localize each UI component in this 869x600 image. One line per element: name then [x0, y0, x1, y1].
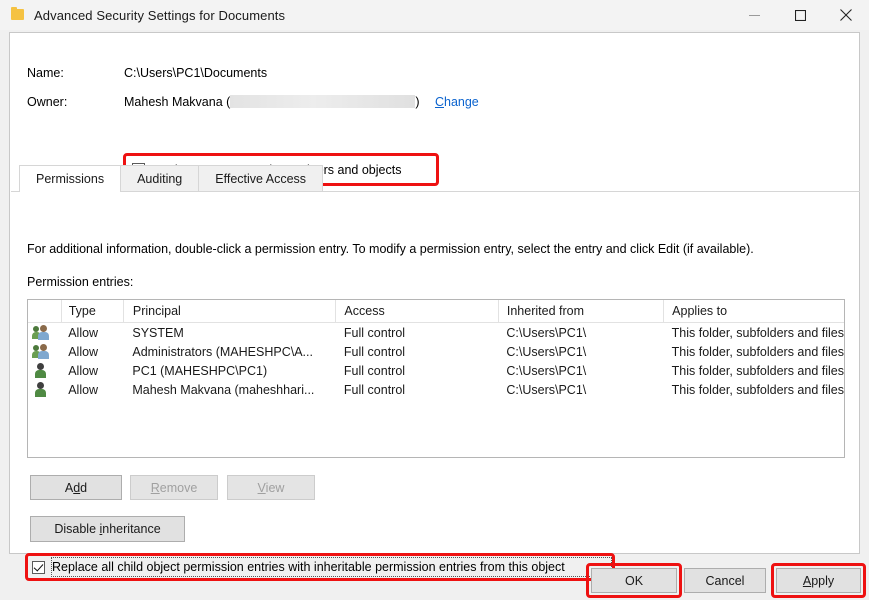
- name-row: Name: C:\Users\PC1\Documents: [10, 33, 859, 80]
- cell-inherited-from: C:\Users\PC1\: [498, 380, 663, 399]
- ok-button[interactable]: OK: [591, 568, 677, 593]
- cell-access: Full control: [336, 342, 498, 361]
- table-row[interactable]: Allow SYSTEM Full control C:\Users\PC1\ …: [28, 323, 844, 343]
- remove-button[interactable]: Remove: [130, 475, 218, 500]
- cell-inherited-from: C:\Users\PC1\: [498, 342, 663, 361]
- tab-effective-access[interactable]: Effective Access: [198, 165, 323, 191]
- owner-name-prefix: Mahesh Makvana (: [124, 95, 230, 109]
- cell-principal: PC1 (MAHESHPC\PC1): [123, 361, 336, 380]
- permission-entries-label: Permission entries:: [27, 275, 133, 289]
- title-bar: Advanced Security Settings for Documents: [0, 0, 869, 30]
- name-label: Name:: [27, 66, 124, 80]
- permission-table: Type Principal Access Inherited from App…: [28, 300, 844, 399]
- info-text: For additional information, double-click…: [27, 242, 754, 256]
- owner-row: Owner: Mahesh Makvana () Change: [10, 80, 859, 109]
- group-icon: [28, 323, 61, 343]
- user-icon: [28, 380, 61, 399]
- cell-access: Full control: [336, 380, 498, 399]
- cell-principal: Mahesh Makvana (maheshhari...: [123, 380, 336, 399]
- window-controls: [731, 0, 869, 30]
- column-header-principal[interactable]: Principal: [123, 300, 336, 323]
- column-header-inherited-from[interactable]: Inherited from: [498, 300, 663, 323]
- disable-inheritance-button[interactable]: Disable inheritance: [30, 516, 185, 542]
- table-row[interactable]: Allow Administrators (MAHESHPC\A... Full…: [28, 342, 844, 361]
- cancel-button[interactable]: Cancel: [684, 568, 766, 593]
- cell-applies-to: This folder, subfolders and files: [664, 342, 844, 361]
- cell-access: Full control: [336, 323, 498, 343]
- owner-redacted-block: [230, 95, 415, 108]
- cell-principal: Administrators (MAHESHPC\A...: [123, 342, 336, 361]
- owner-value: Mahesh Makvana () Change: [124, 95, 479, 109]
- user-icon: [28, 361, 61, 380]
- advanced-security-dialog: Name: C:\Users\PC1\Documents Owner: Mahe…: [9, 32, 860, 554]
- cell-principal: SYSTEM: [123, 323, 336, 343]
- tab-auditing[interactable]: Auditing: [120, 165, 199, 191]
- cell-applies-to: This folder, subfolders and files: [664, 380, 844, 399]
- close-icon[interactable]: [823, 0, 869, 30]
- owner-label: Owner:: [27, 95, 124, 109]
- focus-outline: [51, 557, 612, 577]
- cell-applies-to: This folder, subfolders and files: [664, 323, 844, 343]
- view-button[interactable]: View: [227, 475, 315, 500]
- replace-all-child-checkbox-row[interactable]: Replace all child object permission entr…: [25, 553, 615, 581]
- cell-access: Full control: [336, 361, 498, 380]
- cell-applies-to: This folder, subfolders and files: [664, 361, 844, 380]
- cell-type: Allow: [61, 342, 123, 361]
- folder-icon: [10, 7, 26, 23]
- change-owner-link[interactable]: Change: [435, 95, 479, 109]
- table-header-row: Type Principal Access Inherited from App…: [28, 300, 844, 323]
- replace-all-child-checkbox[interactable]: [32, 561, 45, 574]
- column-header-icon[interactable]: [28, 300, 61, 323]
- table-row[interactable]: Allow PC1 (MAHESHPC\PC1) Full control C:…: [28, 361, 844, 380]
- tab-strip: Permissions Auditing Effective Access: [11, 166, 860, 192]
- cell-type: Allow: [61, 380, 123, 399]
- minimize-icon[interactable]: [731, 0, 777, 30]
- cell-inherited-from: C:\Users\PC1\: [498, 361, 663, 380]
- group-icon: [28, 342, 61, 361]
- permission-entries-list[interactable]: Type Principal Access Inherited from App…: [27, 299, 845, 458]
- cell-type: Allow: [61, 323, 123, 343]
- column-header-access[interactable]: Access: [336, 300, 498, 323]
- apply-button[interactable]: Apply: [776, 568, 861, 593]
- window-title: Advanced Security Settings for Documents: [34, 8, 285, 23]
- column-header-type[interactable]: Type: [61, 300, 123, 323]
- maximize-icon[interactable]: [777, 0, 823, 30]
- column-header-applies-to[interactable]: Applies to: [664, 300, 844, 323]
- table-row[interactable]: Allow Mahesh Makvana (maheshhari... Full…: [28, 380, 844, 399]
- add-button[interactable]: Add: [30, 475, 122, 500]
- tab-permissions[interactable]: Permissions: [19, 165, 121, 191]
- owner-name-suffix: ): [415, 95, 419, 109]
- cell-inherited-from: C:\Users\PC1\: [498, 323, 663, 343]
- cell-type: Allow: [61, 361, 123, 380]
- name-value: C:\Users\PC1\Documents: [124, 66, 267, 80]
